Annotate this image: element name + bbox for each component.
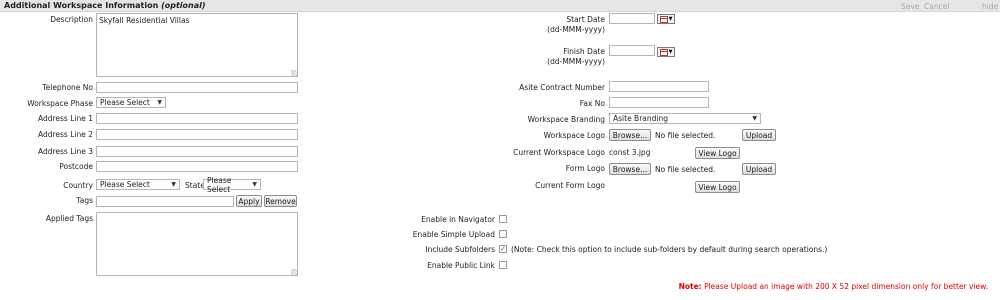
description-field-wrap: Skyfall Residential Villas: [96, 13, 298, 77]
form-logo-status: No file selected.: [655, 165, 716, 174]
finish-date-format: (dd-MMM-yyyy): [547, 57, 605, 66]
chevron-down-icon: ▼: [252, 181, 257, 188]
start-date-format: (dd-MMM-yyyy): [547, 25, 605, 34]
chevron-down-icon: ▼: [752, 115, 757, 122]
workspace-phase-value: Please Select: [100, 98, 150, 107]
form-logo-browse-button[interactable]: Browse...: [609, 163, 651, 175]
remove-tags-button[interactable]: Remove: [264, 195, 297, 207]
hide-link[interactable]: hide: [982, 2, 998, 11]
workspace-branding-select[interactable]: Asite Branding ▼: [609, 113, 761, 124]
tags-label: Tags: [76, 196, 93, 205]
view-workspace-logo-button[interactable]: View Logo: [695, 147, 740, 159]
contract-number-input[interactable]: [609, 81, 709, 92]
chevron-down-icon: ▼: [171, 181, 176, 188]
address-line-2-label: Address Line 2: [37, 130, 93, 139]
subfolders-note: (Note: Check this option to include sub-…: [511, 245, 828, 254]
current-workspace-logo-filename: const 3.jpg: [609, 148, 651, 157]
applied-tags-field[interactable]: [96, 212, 298, 276]
enable-simple-upload-label: Enable Simple Upload: [412, 230, 495, 239]
telephone-input[interactable]: [96, 82, 298, 93]
enable-public-link-label: Enable Public Link: [427, 261, 495, 270]
chevron-down-icon: ▼: [157, 99, 162, 106]
address-line-1-label: Address Line 1: [37, 114, 93, 123]
workspace-logo-upload-button[interactable]: Upload: [742, 129, 776, 141]
workspace-branding-value: Asite Branding: [613, 114, 668, 123]
note-text: Please Upload an image with 200 X 52 pix…: [704, 282, 988, 291]
include-subfolders-checkbox[interactable]: ✓: [499, 245, 507, 253]
view-form-logo-button[interactable]: View Logo: [695, 181, 740, 193]
workspace-phase-label: Workspace Phase: [27, 99, 93, 108]
workspace-logo-label: Workspace Logo: [543, 131, 605, 140]
include-subfolders-label: Include Subfolders: [425, 245, 495, 254]
upload-dimension-note: Note: Please Upload an image with 200 X …: [679, 282, 988, 291]
address-line-2-input[interactable]: [96, 129, 298, 140]
enable-navigator-label: Enable in Navigator: [421, 215, 495, 224]
save-link[interactable]: Save: [901, 2, 919, 11]
workspace-logo-status: No file selected.: [655, 131, 716, 140]
resize-grip-icon[interactable]: [291, 269, 297, 275]
enable-public-link-checkbox[interactable]: [499, 261, 507, 269]
current-workspace-logo-label: Current Workspace Logo: [513, 148, 605, 157]
country-value: Please Select: [100, 180, 150, 189]
finish-date-input[interactable]: [609, 45, 655, 56]
address-line-3-input[interactable]: [96, 146, 298, 157]
current-form-logo-label: Current Form Logo: [535, 181, 605, 190]
workspace-branding-label: Workspace Branding: [527, 115, 605, 124]
start-date-input[interactable]: [609, 13, 655, 24]
enable-simple-upload-checkbox[interactable]: [499, 230, 507, 238]
state-select[interactable]: Please Select ▼: [203, 176, 261, 194]
address-line-1-input[interactable]: [96, 113, 298, 124]
optional-tag: (optional): [161, 1, 206, 10]
fax-input[interactable]: [609, 97, 709, 108]
calendar-icon[interactable]: ▼: [657, 47, 675, 57]
applied-tags-field-wrap: [96, 212, 298, 276]
resize-grip-icon[interactable]: [291, 70, 297, 76]
start-date-label: Start Date: [566, 15, 605, 24]
address-line-3-label: Address Line 3: [37, 147, 93, 156]
enable-navigator-checkbox[interactable]: [499, 215, 507, 223]
contract-number-label: Asite Contract Number: [519, 83, 605, 92]
calendar-icon[interactable]: ▼: [657, 14, 675, 24]
finish-date-label: Finish Date: [563, 47, 605, 56]
form-logo-label: Form Logo: [565, 164, 605, 173]
cancel-link[interactable]: Cancel: [924, 2, 949, 11]
postcode-label: Postcode: [59, 162, 93, 171]
workspace-logo-browse-button[interactable]: Browse...: [609, 129, 651, 141]
postcode-input[interactable]: [96, 161, 298, 172]
section-title: Additional Workspace Information (option…: [4, 1, 206, 10]
state-value: Please Select: [207, 175, 232, 194]
state-label: State: [185, 181, 205, 190]
tags-input[interactable]: [96, 196, 234, 207]
description-label: Description: [50, 15, 93, 24]
apply-tags-button[interactable]: Apply: [236, 195, 262, 207]
description-field[interactable]: Skyfall Residential Villas: [96, 13, 298, 77]
country-select[interactable]: Please Select ▼: [96, 179, 180, 190]
form-logo-upload-button[interactable]: Upload: [742, 163, 776, 175]
fax-label: Fax No: [579, 99, 605, 108]
country-label: Country: [63, 181, 93, 190]
checkmark-icon: ✓: [500, 244, 506, 253]
note-prefix: Note:: [678, 282, 702, 291]
workspace-phase-select[interactable]: Please Select ▼: [96, 97, 166, 108]
telephone-label: Telephone No: [42, 83, 93, 92]
applied-tags-label: Applied Tags: [45, 214, 93, 223]
